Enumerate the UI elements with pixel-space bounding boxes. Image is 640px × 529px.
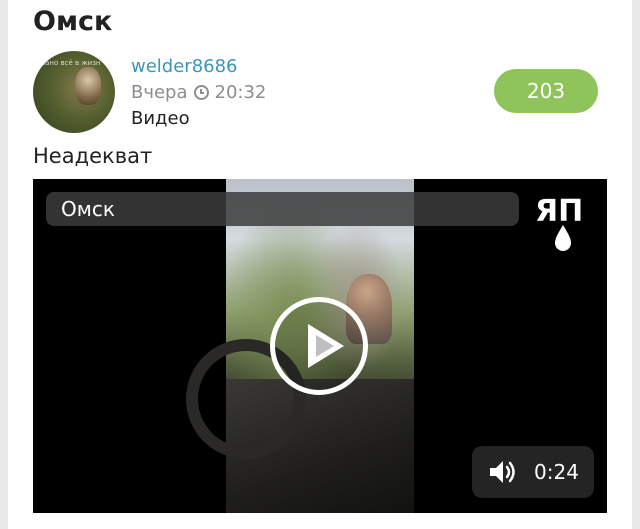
- video-duration: 0:24: [534, 460, 579, 484]
- speaker-icon[interactable]: [488, 458, 520, 486]
- post-date: Вчера: [131, 82, 188, 103]
- video-caption: Омск: [46, 192, 519, 226]
- post-text: Неадекват: [33, 144, 153, 168]
- avatar[interactable]: вано всё в жизн: [33, 51, 115, 133]
- post-time: 20:32: [214, 82, 267, 103]
- video-caption-text: Омск: [61, 197, 115, 221]
- duration-pill[interactable]: 0:24: [472, 446, 594, 498]
- logo-text: ЯП: [535, 194, 583, 229]
- video-player[interactable]: Омск ЯП 0:24: [33, 179, 607, 513]
- play-button[interactable]: [270, 297, 368, 395]
- yap-logo: ЯП: [533, 191, 597, 251]
- clock-icon: [193, 85, 209, 100]
- post-type: Видео: [131, 108, 190, 129]
- owl-image: [75, 67, 101, 105]
- rating-badge[interactable]: 203: [494, 69, 598, 113]
- post-meta: Вчера 20:32: [131, 82, 266, 103]
- author-username[interactable]: welder8686: [131, 56, 238, 77]
- post-card: Омск вано всё в жизн welder8686 Вчера 20…: [8, 0, 632, 529]
- community-title[interactable]: Омск: [33, 6, 112, 37]
- avatar-caption: вано всё в жизн: [41, 59, 101, 67]
